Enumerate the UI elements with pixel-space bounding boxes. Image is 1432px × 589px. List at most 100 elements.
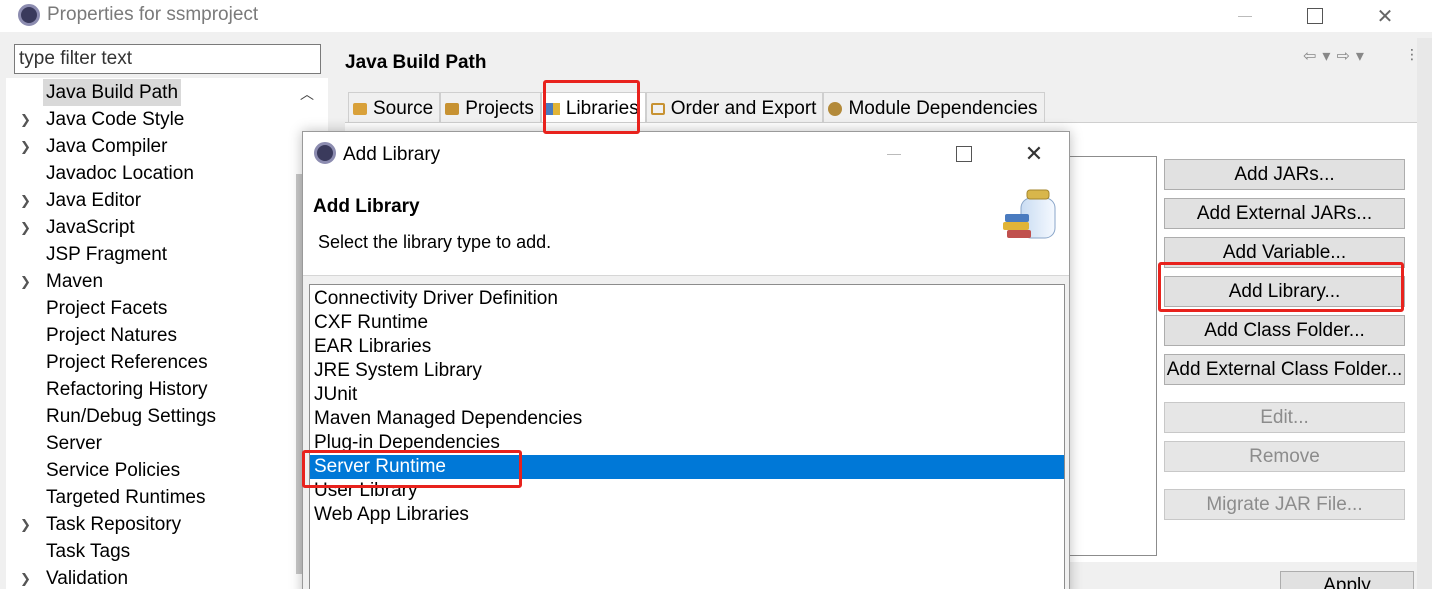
library-type-item[interactable]: Connectivity Driver Definition [310,287,1064,311]
library-type-item[interactable]: CXF Runtime [310,311,1064,335]
tree-item-label: Maven [46,271,104,292]
add-library-dialog: Add Library ✕ Add Library Select the lib… [302,131,1070,589]
tree-item-label: Validation [46,568,129,589]
tree-item-label: Project Facets [46,298,168,319]
build-path-tabs: Source Projects Libraries Order and Export M… [348,92,1045,124]
tree-item-label: Refactoring History [46,379,208,400]
history-nav[interactable]: ⇦▾⇨▾ [1303,46,1370,66]
library-type-item[interactable]: User Library [310,479,1064,503]
library-type-item[interactable]: Web App Libraries [310,503,1064,527]
libraries-icon [545,102,560,115]
library-type-item[interactable]: JUnit [310,383,1064,407]
library-type-item[interactable]: Maven Managed Dependencies [310,407,1064,431]
tree-item[interactable]: ❯ Task Repository [6,511,296,538]
tree-item[interactable]: Javadoc Location [6,160,296,187]
tree-item[interactable]: Refactoring History [6,376,296,403]
edit-button[interactable]: Edit... [1164,402,1405,433]
dialog-titlebar: Add Library ✕ [303,132,1069,176]
add-external-jars-button[interactable]: Add External JARs... [1164,198,1405,229]
tree-item-label: Task Repository [46,514,182,535]
scroll-up-icon[interactable]: ︿ [300,84,314,104]
add-external-class-folder-button[interactable]: Add External Class Folder... [1164,354,1405,385]
tab-label: Source [373,97,434,119]
add-library-button[interactable]: Add Library... [1164,276,1405,307]
migrate-jar-file-button[interactable]: Migrate JAR File... [1164,489,1405,520]
library-jar-icon [1003,189,1056,239]
expand-icon[interactable]: ❯ [20,268,34,295]
filter-input[interactable] [14,44,321,74]
add-variable-button[interactable]: Add Variable... [1164,237,1405,268]
tree-item-label: JSP Fragment [46,244,168,265]
tab-libraries[interactable]: Libraries [540,92,646,124]
library-type-item[interactable]: EAR Libraries [310,335,1064,359]
tree-item-label: Java Compiler [46,136,168,157]
tab-source[interactable]: Source [348,92,441,124]
tree-item-label: Project References [46,352,208,373]
tree-item-label: Java Editor [46,190,142,211]
tree-item-label: Targeted Runtimes [46,487,206,508]
tree-item[interactable]: Project References [6,349,296,376]
expand-icon[interactable]: ❯ [20,511,34,538]
tree-item[interactable]: ❯ JavaScript [6,214,296,241]
close-icon: ✕ [1024,141,1044,166]
tree-item[interactable]: Targeted Runtimes [6,484,296,511]
eclipse-icon [314,142,336,164]
library-type-list[interactable]: Connectivity Driver Definition CXF Runtim… [309,284,1065,589]
add-class-folder-button[interactable]: Add Class Folder... [1164,315,1405,346]
dialog-close-button[interactable]: ✕ [1011,132,1057,176]
maximize-icon [1307,8,1323,24]
tree-item[interactable]: Service Policies [6,457,296,484]
tab-label: Order and Export [670,97,817,119]
window-title: Properties for ssmproject [47,4,259,25]
minimize-button[interactable] [1222,0,1268,32]
window-titlebar: Properties for ssmproject ✕ [0,0,1432,32]
tree-item[interactable]: ❯ Java Compiler [6,133,296,160]
property-tree: ︿ Java Build Path ❯ Java Code Style ❯ Java C… [6,78,328,589]
expand-icon[interactable]: ❯ [20,214,34,241]
source-folder-icon [353,102,367,115]
tree-item-label: Run/Debug Settings [46,406,217,427]
tree-item[interactable]: JSP Fragment [6,241,296,268]
tree-item[interactable]: Run/Debug Settings [6,403,296,430]
tree-item[interactable]: Task Tags [6,538,296,565]
dialog-minimize-button[interactable] [871,132,917,176]
projects-icon [445,102,460,115]
library-type-item[interactable]: Plug-in Dependencies [310,431,1064,455]
module-icon [828,101,843,116]
tab-projects[interactable]: Projects [440,92,541,124]
close-button[interactable]: ✕ [1362,0,1408,32]
library-type-item[interactable]: Server Runtime [310,455,1064,479]
tree-item-label: Server [46,433,102,454]
tree-item[interactable]: Project Natures [6,322,296,349]
dialog-subtitle: Select the library type to add. [318,232,552,252]
expand-icon[interactable]: ❯ [20,133,34,160]
expand-icon[interactable]: ❯ [20,187,34,214]
tab-module-dependencies[interactable]: Module Dependencies [823,92,1045,124]
tree-item[interactable]: Server [6,430,296,457]
tab-label: Projects [465,97,534,119]
expand-icon[interactable]: ❯ [20,106,34,133]
dialog-heading: Add Library [313,196,420,217]
tree-item[interactable]: ❯ Validation [6,565,296,589]
tab-order-and-export[interactable]: Order and Export [645,92,824,124]
tree-item-label: JavaScript [46,217,135,238]
order-export-icon [650,102,665,115]
remove-button[interactable]: Remove [1164,441,1405,472]
apply-button[interactable]: Apply [1280,571,1414,589]
tree-item[interactable]: Java Build Path [6,79,296,106]
expand-icon[interactable]: ❯ [20,565,34,589]
tree-item-label: Task Tags [46,541,131,562]
tree-item[interactable]: ❯ Java Code Style [6,106,296,133]
maximize-button[interactable] [1292,0,1338,32]
minimize-icon [887,153,901,155]
dialog-maximize-button[interactable] [941,132,987,176]
eclipse-icon [18,4,40,26]
page-title: Java Build Path [345,52,487,73]
add-jars-button[interactable]: Add JARs... [1164,159,1405,190]
tree-item[interactable]: ❯ Maven [6,268,296,295]
tree-item-label: Javadoc Location [46,163,194,184]
library-type-item[interactable]: JRE System Library [310,359,1064,383]
tree-item[interactable]: Project Facets [6,295,296,322]
page-scrollbar[interactable] [1417,38,1432,589]
tree-item[interactable]: ❯ Java Editor [6,187,296,214]
